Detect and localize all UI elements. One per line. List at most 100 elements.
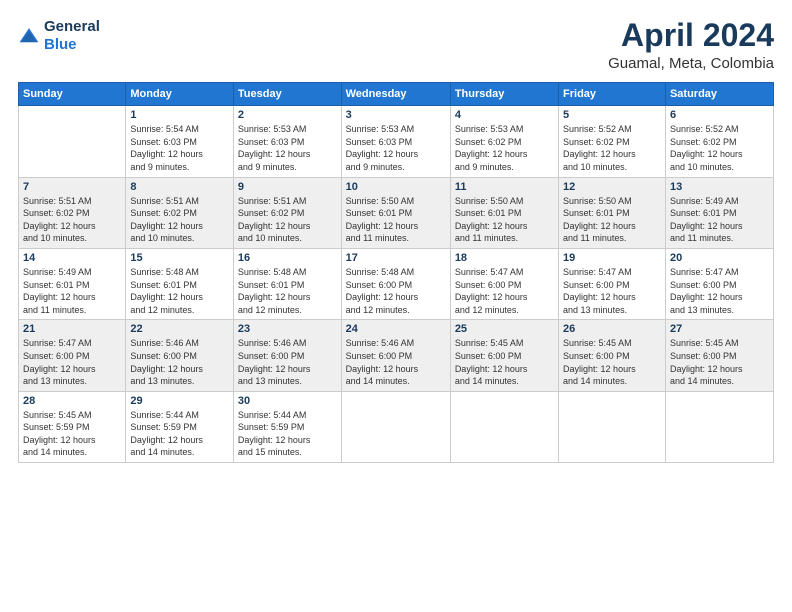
- calendar-cell: 4Sunrise: 5:53 AM Sunset: 6:02 PM Daylig…: [450, 106, 558, 177]
- calendar-cell: [665, 391, 773, 462]
- calendar-week-row: 21Sunrise: 5:47 AM Sunset: 6:00 PM Dayli…: [19, 320, 774, 391]
- day-info: Sunrise: 5:54 AM Sunset: 6:03 PM Dayligh…: [130, 123, 229, 173]
- calendar-cell: 2 Sunrise: 5:53 AM Sunset: 6:03 PM Daylig…: [233, 106, 341, 177]
- day-number: 20: [670, 252, 769, 264]
- calendar-cell: [19, 106, 126, 177]
- calendar-week-row: 1Sunrise: 5:54 AM Sunset: 6:03 PM Daylig…: [19, 106, 774, 177]
- calendar-cell: 9Sunrise: 5:51 AM Sunset: 6:02 PM Daylig…: [233, 177, 341, 248]
- day-info: Sunrise: 5:45 AM Sunset: 5:59 PM Dayligh…: [23, 409, 121, 459]
- calendar-cell: 6Sunrise: 5:52 AM Sunset: 6:02 PM Daylig…: [665, 106, 773, 177]
- day-number: 8: [130, 181, 229, 193]
- calendar-cell: 24 Sunrise: 5:46 AM Sunset: 6:00 PM Dayli…: [341, 320, 450, 391]
- day-info: Sunrise: 5:52 AM Sunset: 6:02 PM Dayligh…: [670, 123, 769, 173]
- day-info: Sunrise: 5:51 AM Sunset: 6:02 PM Dayligh…: [23, 195, 121, 245]
- day-number: 24: [346, 323, 446, 335]
- day-number: 10: [346, 181, 446, 193]
- day-info: Sunrise: 5:49 AM Sunset: 6:01 PM Dayligh…: [23, 266, 121, 316]
- calendar-cell: 28Sunrise: 5:45 AM Sunset: 5:59 PM Dayli…: [19, 391, 126, 462]
- day-info: Sunrise: 5:46 AM Sunset: 6:00 PM Dayligh…: [346, 337, 446, 387]
- day-info: Sunrise: 5:53 AM Sunset: 6:03 PM Dayligh…: [238, 123, 337, 173]
- day-info: Sunrise: 5:47 AM Sunset: 6:00 PM Dayligh…: [455, 266, 554, 316]
- day-number: 22: [130, 323, 229, 335]
- calendar-cell: 22 Sunrise: 5:46 AM Sunset: 6:00 PM Dayli…: [126, 320, 234, 391]
- day-info: Sunrise: 5:48 AM Sunset: 6:00 PM Dayligh…: [346, 266, 446, 316]
- calendar-cell: 29Sunrise: 5:44 AM Sunset: 5:59 PM Dayli…: [126, 391, 234, 462]
- calendar-cell: 18 Sunrise: 5:47 AM Sunset: 6:00 PM Dayli…: [450, 248, 558, 319]
- calendar-cell: 7 Sunrise: 5:51 AM Sunset: 6:02 PM Daylig…: [19, 177, 126, 248]
- day-info: Sunrise: 5:51 AM Sunset: 6:02 PM Dayligh…: [238, 195, 337, 245]
- calendar-cell: 19Sunrise: 5:47 AM Sunset: 6:00 PM Dayli…: [559, 248, 666, 319]
- calendar-cell: 5 Sunrise: 5:52 AM Sunset: 6:02 PM Daylig…: [559, 106, 666, 177]
- day-number: 15: [130, 252, 229, 264]
- location-title: Guamal, Meta, Colombia: [608, 55, 774, 72]
- day-info: Sunrise: 5:48 AM Sunset: 6:01 PM Dayligh…: [130, 266, 229, 316]
- calendar-cell: 10 Sunrise: 5:50 AM Sunset: 6:01 PM Dayli…: [341, 177, 450, 248]
- col-sunday: Sunday: [19, 83, 126, 106]
- calendar-cell: [559, 391, 666, 462]
- day-number: 7: [23, 181, 121, 193]
- calendar-header-row: Sunday Monday Tuesday Wednesday Thursday…: [19, 83, 774, 106]
- day-number: 12: [563, 181, 661, 193]
- calendar-cell: 26Sunrise: 5:45 AM Sunset: 6:00 PM Dayli…: [559, 320, 666, 391]
- calendar-cell: 16 Sunrise: 5:48 AM Sunset: 6:01 PM Dayli…: [233, 248, 341, 319]
- day-info: Sunrise: 5:50 AM Sunset: 6:01 PM Dayligh…: [346, 195, 446, 245]
- day-info: Sunrise: 5:50 AM Sunset: 6:01 PM Dayligh…: [563, 195, 661, 245]
- day-info: Sunrise: 5:45 AM Sunset: 6:00 PM Dayligh…: [670, 337, 769, 387]
- calendar-cell: 20 Sunrise: 5:47 AM Sunset: 6:00 PM Dayli…: [665, 248, 773, 319]
- calendar-cell: 8 Sunrise: 5:51 AM Sunset: 6:02 PM Daylig…: [126, 177, 234, 248]
- col-thursday: Thursday: [450, 83, 558, 106]
- col-wednesday: Wednesday: [341, 83, 450, 106]
- day-number: 29: [130, 395, 229, 407]
- calendar-cell: 30 Sunrise: 5:44 AM Sunset: 5:59 PM Dayli…: [233, 391, 341, 462]
- day-info: Sunrise: 5:47 AM Sunset: 6:00 PM Dayligh…: [23, 337, 121, 387]
- calendar-week-row: 14 Sunrise: 5:49 AM Sunset: 6:01 PM Dayli…: [19, 248, 774, 319]
- calendar-cell: 15 Sunrise: 5:48 AM Sunset: 6:01 PM Dayli…: [126, 248, 234, 319]
- calendar-cell: 23Sunrise: 5:46 AM Sunset: 6:00 PM Dayli…: [233, 320, 341, 391]
- day-number: 11: [455, 181, 554, 193]
- day-number: 2: [238, 109, 337, 121]
- calendar-table: Sunday Monday Tuesday Wednesday Thursday…: [18, 82, 774, 463]
- day-number: 14: [23, 252, 121, 264]
- day-number: 23: [238, 323, 337, 335]
- calendar-cell: 21Sunrise: 5:47 AM Sunset: 6:00 PM Dayli…: [19, 320, 126, 391]
- calendar-week-row: 7 Sunrise: 5:51 AM Sunset: 6:02 PM Daylig…: [19, 177, 774, 248]
- day-number: 4: [455, 109, 554, 121]
- day-info: Sunrise: 5:51 AM Sunset: 6:02 PM Dayligh…: [130, 195, 229, 245]
- calendar-cell: 12 Sunrise: 5:50 AM Sunset: 6:01 PM Dayli…: [559, 177, 666, 248]
- calendar-cell: 27Sunrise: 5:45 AM Sunset: 6:00 PM Dayli…: [665, 320, 773, 391]
- day-info: Sunrise: 5:52 AM Sunset: 6:02 PM Dayligh…: [563, 123, 661, 173]
- day-number: 16: [238, 252, 337, 264]
- calendar-cell: 13 Sunrise: 5:49 AM Sunset: 6:01 PM Dayli…: [665, 177, 773, 248]
- calendar-cell: [450, 391, 558, 462]
- day-info: Sunrise: 5:45 AM Sunset: 6:00 PM Dayligh…: [563, 337, 661, 387]
- day-info: Sunrise: 5:49 AM Sunset: 6:01 PM Dayligh…: [670, 195, 769, 245]
- page: General Blue April 2024 Guamal, Meta, Co…: [0, 0, 792, 612]
- calendar-cell: 17 Sunrise: 5:48 AM Sunset: 6:00 PM Dayli…: [341, 248, 450, 319]
- day-number: 5: [563, 109, 661, 121]
- calendar-cell: 25 Sunrise: 5:45 AM Sunset: 6:00 PM Dayli…: [450, 320, 558, 391]
- day-info: Sunrise: 5:48 AM Sunset: 6:01 PM Dayligh…: [238, 266, 337, 316]
- day-info: Sunrise: 5:47 AM Sunset: 6:00 PM Dayligh…: [563, 266, 661, 316]
- calendar-cell: [341, 391, 450, 462]
- calendar-cell: 14 Sunrise: 5:49 AM Sunset: 6:01 PM Dayli…: [19, 248, 126, 319]
- day-info: Sunrise: 5:45 AM Sunset: 6:00 PM Dayligh…: [455, 337, 554, 387]
- day-number: 17: [346, 252, 446, 264]
- day-number: 13: [670, 181, 769, 193]
- day-info: Sunrise: 5:44 AM Sunset: 5:59 PM Dayligh…: [238, 409, 337, 459]
- day-info: Sunrise: 5:47 AM Sunset: 6:00 PM Dayligh…: [670, 266, 769, 316]
- day-info: Sunrise: 5:46 AM Sunset: 6:00 PM Dayligh…: [130, 337, 229, 387]
- calendar-cell: 1Sunrise: 5:54 AM Sunset: 6:03 PM Daylig…: [126, 106, 234, 177]
- logo-text: General Blue: [44, 18, 100, 54]
- col-tuesday: Tuesday: [233, 83, 341, 106]
- day-info: Sunrise: 5:50 AM Sunset: 6:01 PM Dayligh…: [455, 195, 554, 245]
- logo: General Blue: [18, 18, 100, 54]
- day-number: 25: [455, 323, 554, 335]
- day-number: 18: [455, 252, 554, 264]
- calendar-week-row: 28Sunrise: 5:45 AM Sunset: 5:59 PM Dayli…: [19, 391, 774, 462]
- title-block: April 2024 Guamal, Meta, Colombia: [608, 18, 774, 72]
- col-monday: Monday: [126, 83, 234, 106]
- logo-icon: [18, 25, 40, 47]
- header: General Blue April 2024 Guamal, Meta, Co…: [18, 18, 774, 72]
- col-saturday: Saturday: [665, 83, 773, 106]
- day-number: 30: [238, 395, 337, 407]
